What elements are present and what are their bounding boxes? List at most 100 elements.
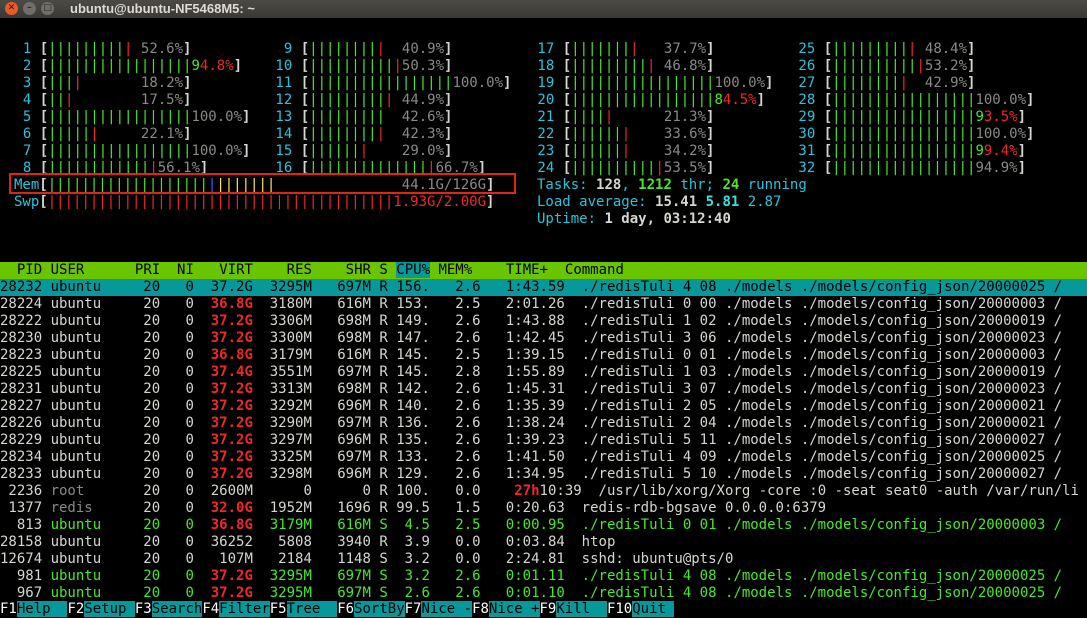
close-window-button[interactable]: ✕ (5, 2, 18, 15)
column-header-user[interactable]: USER (51, 262, 127, 278)
minimize-window-button[interactable]: – (23, 2, 36, 15)
nice: 0 (160, 466, 203, 482)
table-row[interactable]: 28158 ubuntu 20 0 36252 5808 3940 R 3.9 … (0, 534, 615, 551)
table-row[interactable]: 28233 ubuntu 20 0 37.2G 3298M 696M R 129… (0, 466, 1062, 483)
terminal-area[interactable]: 1 [|||||||||| 52.6%] 2 [||||||||||||||||… (0, 18, 1087, 618)
nice: 0 (160, 296, 203, 312)
table-row[interactable]: 28225 ubuntu 20 0 37.4G 3551M 697M R 145… (0, 364, 1062, 381)
state: R (370, 330, 388, 346)
footer-button-help[interactable]: Help (16, 601, 68, 617)
res: 3290M (252, 415, 312, 431)
time: 1:39.15 (480, 347, 565, 363)
column-header-virt[interactable]: VIRT (202, 262, 253, 278)
footer-button-nice[interactable]: Nice - (421, 601, 473, 617)
tasks-sep: , (621, 177, 639, 193)
cpu-percent: 99.5 (387, 500, 430, 516)
function-key-bar[interactable]: F1Help F2Setup F3SearchF4FilterF5Tree F6… (0, 601, 1087, 618)
table-row[interactable]: 12674 ubuntu 20 0 107M 2184 1148 S 3.2 0… (0, 551, 733, 568)
time: 1:43.88 (480, 313, 565, 329)
cpu-percent-lead: 9 (975, 109, 984, 125)
load-15min: 2.87 (747, 194, 782, 210)
table-row[interactable]: 981 ubuntu 20 0 37.2G 3295M 697M S 3.2 2… (0, 568, 1062, 585)
res: 3300M (252, 330, 312, 346)
footer-button-tree[interactable]: Tree (286, 601, 338, 617)
time: 0:20.63 (480, 500, 565, 516)
column-header-time+[interactable]: TIME+ (481, 262, 557, 278)
nice: 0 (160, 534, 203, 550)
table-row[interactable]: 28234 ubuntu 20 0 37.2G 3325M 697M R 133… (0, 449, 1062, 466)
meter-bracket: [ (300, 75, 310, 91)
header-gap (160, 262, 168, 278)
nice: 0 (160, 432, 203, 448)
virt: 37.2G (202, 568, 253, 584)
maximize-window-button[interactable]: □ (41, 2, 54, 15)
footer-button-filter[interactable]: Filter (219, 601, 270, 617)
cpu-percent: 40.9% (401, 41, 445, 57)
nice: 0 (160, 347, 203, 363)
meter-bar-green: |||||||| (309, 126, 377, 142)
meter-bracket: ] (444, 109, 453, 125)
column-header-mem%[interactable]: MEM% (438, 262, 472, 278)
table-row[interactable]: 813 ubuntu 20 0 36.8G 3179M 616M S 4.5 2… (0, 517, 1062, 534)
table-row[interactable]: 28230 ubuntu 20 0 37.2G 3300M 698M R 147… (0, 330, 1062, 347)
table-row[interactable]: 28224 ubuntu 20 0 36.8G 3180M 616M R 153… (0, 296, 1062, 313)
footer-button-sortby[interactable]: SortBy (354, 601, 405, 617)
footer-button-quit[interactable]: Quit (632, 601, 675, 617)
cpu-percent: 22.1% (140, 126, 184, 142)
virt: 36.8G (202, 347, 253, 363)
table-row[interactable]: 28229 ubuntu 20 0 37.2G 3297M 696M R 135… (0, 432, 1062, 449)
cpu-percent: 9.4% (983, 143, 1018, 159)
table-row[interactable]: 967 ubuntu 20 0 37.2G 3295M 697M S 2.6 2… (0, 585, 1062, 602)
pid: 28226 (0, 415, 51, 431)
column-header-res[interactable]: RES (261, 262, 312, 278)
meter-bracket: ] (503, 75, 512, 91)
command: ./redisTuli 1 02 ./models ./models/confi… (564, 313, 1063, 329)
cpu-meter-10: 10 [|||||||||||50.3%] (267, 58, 452, 75)
footer-button-kill[interactable]: Kill (556, 601, 607, 617)
cpu-meter-20: 20 [|||||||||||||||||84.5%] (529, 92, 765, 109)
priority: 20 (126, 296, 161, 312)
table-row[interactable]: 28222 ubuntu 20 0 37.2G 3306M 698M R 149… (0, 313, 1062, 330)
table-row[interactable]: 1377 redis 20 0 32.0G 1952M 1696 R 99.5 … (0, 500, 826, 517)
running-count: 24 (722, 177, 740, 193)
table-row[interactable]: 28232 ubuntu 20 0 37.2G 3295M 697M R 156… (0, 279, 1087, 296)
footer-button-nice[interactable]: Nice + (488, 601, 540, 617)
footer-button-search[interactable]: Search (151, 601, 203, 617)
table-row[interactable]: 2236 root 20 0 2600M 0 0 R 100. 0.0 27h1… (0, 483, 1079, 500)
cpu-meter-11: 11 [|||||||||||||||||100.0%] (267, 75, 511, 92)
mem-percent: 2.6 (429, 381, 481, 397)
process-table-header[interactable]: PID USER PRI NI VIRT RES SHR S CPU% MEM%… (0, 262, 1087, 279)
meter-bar-green: || (48, 92, 66, 108)
table-row[interactable]: 28223 ubuntu 20 0 36.8G 3179M 616M R 145… (0, 347, 1062, 364)
table-row[interactable]: 28226 ubuntu 20 0 37.2G 3290M 697M R 136… (0, 415, 1062, 432)
footer-button-setup[interactable]: Setup (84, 601, 135, 617)
command: ./redisTuli 0 01 ./models ./models/confi… (564, 517, 1063, 533)
column-header-cpu%[interactable]: CPU% (396, 262, 430, 278)
column-header-pri[interactable]: PRI (135, 262, 160, 278)
cpu-percent: 3.9 (387, 534, 430, 550)
column-header-s[interactable]: S (379, 262, 387, 278)
column-header-ni[interactable]: NI (169, 262, 194, 278)
meter-bracket: [ (562, 160, 572, 176)
meter-bracket: [ (562, 92, 572, 108)
column-header-command[interactable]: Command (565, 262, 624, 278)
cpu-percent: 21.3% (663, 109, 707, 125)
priority: 20 (126, 381, 161, 397)
virt: 107M (202, 551, 253, 567)
meter-bracket: ] (706, 126, 715, 142)
column-header-shr[interactable]: SHR (320, 262, 371, 278)
meter-bar-green: |||||||||||||||| (832, 143, 968, 159)
nice: 0 (160, 517, 203, 533)
table-row[interactable]: 28227 ubuntu 20 0 37.2G 3292M 696M R 140… (0, 398, 1062, 415)
cpu-id: 17 (529, 41, 563, 57)
cpu-percent: 153. (387, 296, 430, 312)
meter-bracket: ] (1026, 92, 1035, 108)
window-titlebar[interactable]: ✕ – □ ubuntu@ubuntu-NF5468M5: ~ (0, 0, 1087, 18)
shr: 696M (311, 432, 371, 448)
pid: 2236 (0, 483, 51, 499)
table-row[interactable]: 28231 ubuntu 20 0 37.2G 3313M 698M R 142… (0, 381, 1062, 398)
shr: 697M (311, 364, 371, 380)
meter-bracket: [ (823, 126, 833, 142)
column-header-pid[interactable]: PID (0, 262, 42, 278)
pid: 28232 (0, 279, 51, 295)
